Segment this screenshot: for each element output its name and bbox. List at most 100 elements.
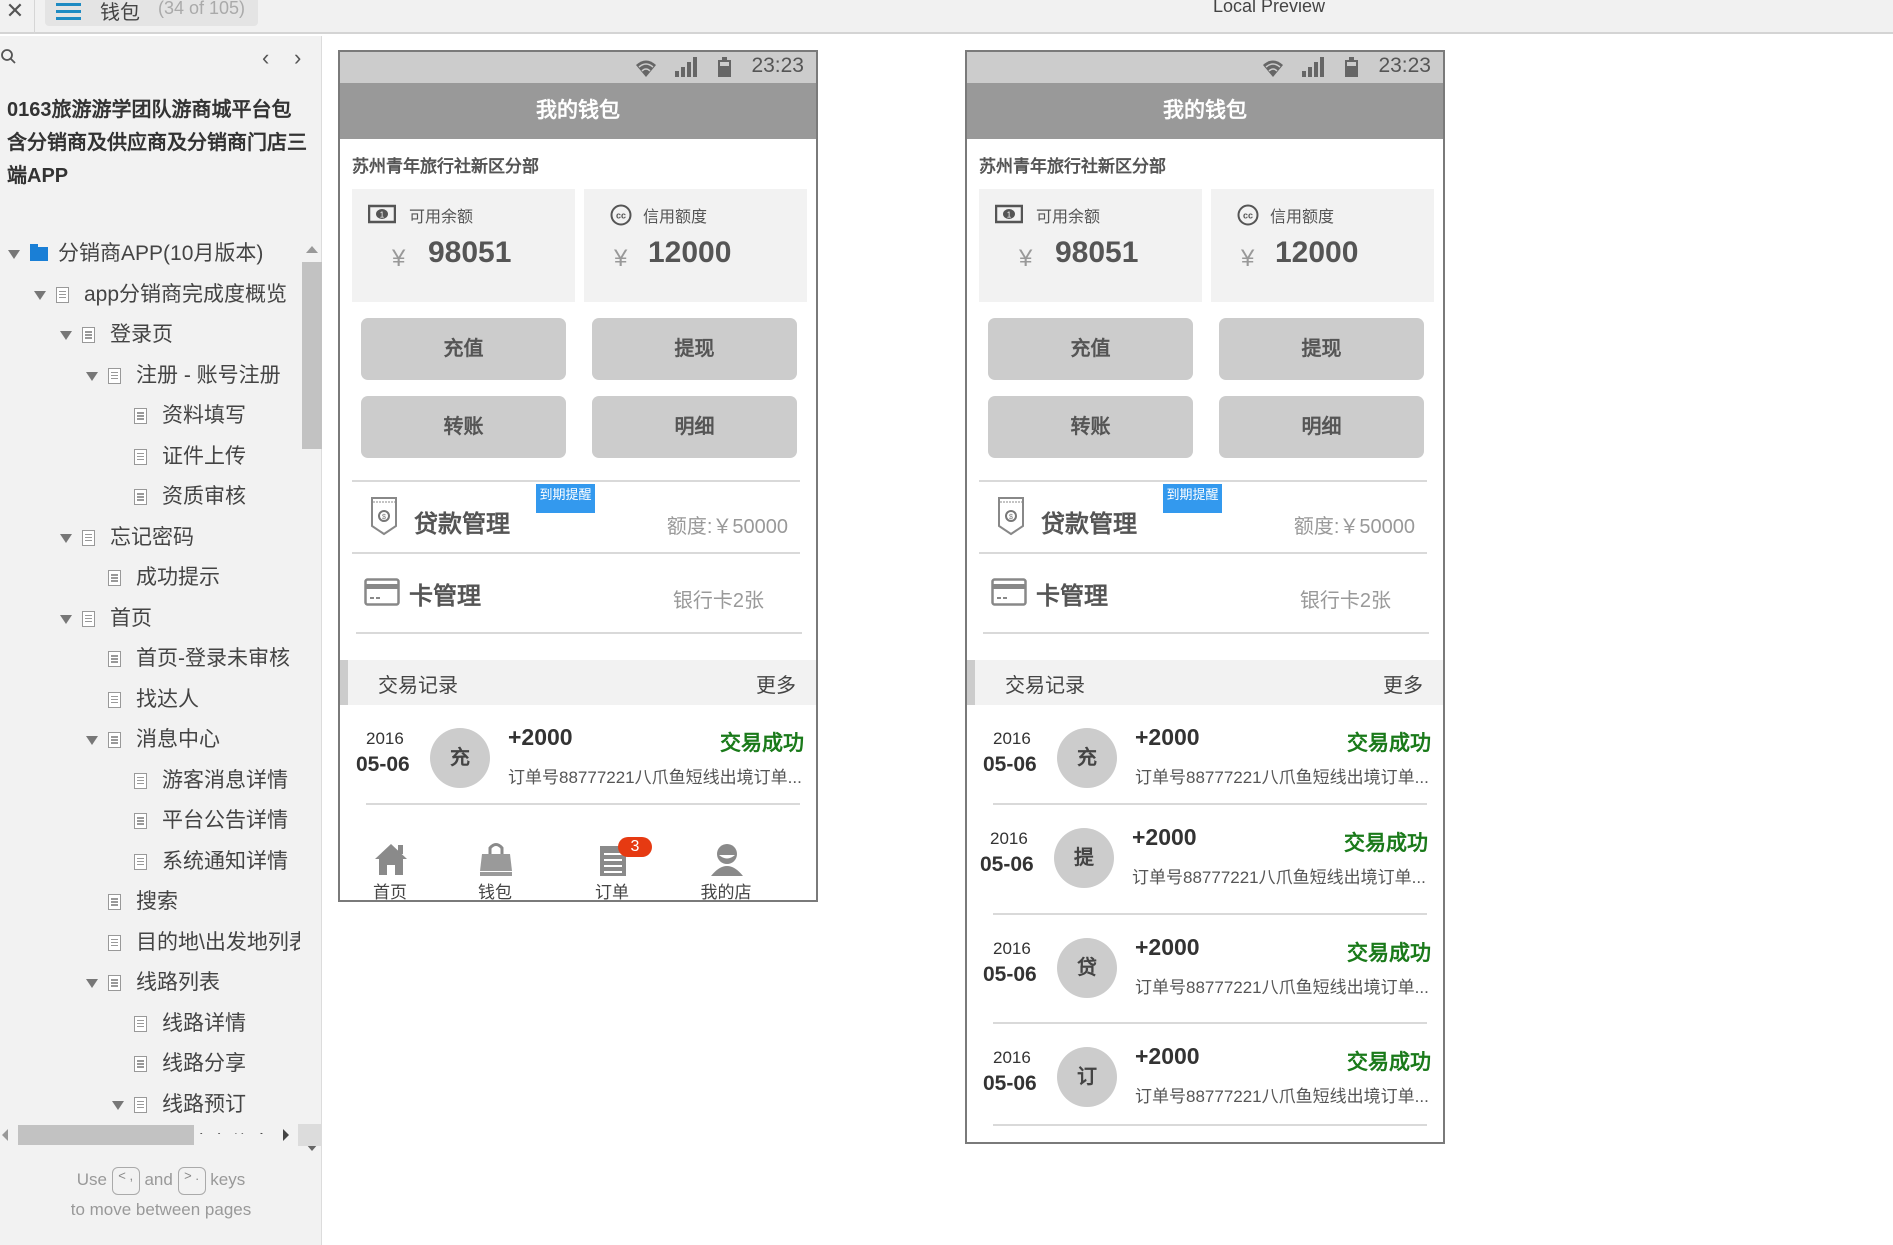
expand-arrow-icon[interactable] [60, 331, 72, 340]
tree-item-label: 证件上传 [162, 444, 246, 468]
scroll-up-arrow-icon[interactable] [306, 246, 318, 253]
nav-item-my-store[interactable]: 我的店 [686, 832, 766, 900]
transaction-status: 交易成功 [720, 732, 804, 755]
battery-icon [718, 57, 731, 77]
page-icon [108, 934, 121, 951]
nav-item-wallet[interactable]: 钱包 [455, 832, 535, 902]
expand-arrow-icon[interactable] [60, 533, 72, 543]
transaction-description: 订单号88777221八爪鱼短线出境订单... [1135, 1087, 1429, 1106]
tree-item-label: 线路分享 [162, 1052, 246, 1075]
details-button[interactable]: 明细 [1219, 396, 1424, 458]
recharge-button[interactable]: 充值 [988, 318, 1193, 380]
transaction-date: 05-06 [356, 753, 410, 776]
tree-item-label: 首页-登录未审核 [136, 647, 290, 670]
page-icon [134, 1056, 147, 1072]
withdraw-button[interactable]: 提现 [1219, 318, 1424, 380]
page-icon [108, 894, 121, 910]
page-title: 我的钱包 [340, 83, 816, 139]
divider [993, 1124, 1427, 1126]
search-icon[interactable] [0, 48, 20, 68]
tree-item-label: 登录页 [110, 323, 173, 346]
horizontal-scrollbar[interactable] [0, 1124, 322, 1146]
menu-icon[interactable] [56, 0, 81, 20]
expand-arrow-icon[interactable] [86, 371, 98, 381]
status-bar: 23:23 [340, 52, 816, 83]
transaction-status: 交易成功 [1347, 732, 1431, 755]
bank-card-count: 银行卡2张 [1299, 590, 1391, 612]
due-reminder-badge: 到期提醒 [1163, 484, 1222, 513]
page-selector[interactable]: 钱包 (34 of 105) [45, 0, 258, 26]
divider [366, 803, 800, 805]
card-management-row[interactable]: 卡管理 银行卡2张 [977, 554, 1427, 632]
svg-text:cc: cc [1243, 211, 1253, 221]
transaction-row[interactable]: 2016 05-06 提 +2000 交易成功 订单号88777221八爪鱼短线出境订单.… [967, 805, 1443, 915]
close-icon[interactable]: ✕ [4, 0, 26, 30]
cash-icon: 1 [368, 204, 396, 224]
battery-icon [1345, 57, 1358, 77]
loan-management-row[interactable]: $ 贷款管理 到期提醒 额度:￥50000 [977, 482, 1427, 552]
expand-arrow-icon[interactable] [86, 979, 98, 988]
expand-arrow-icon[interactable] [34, 290, 46, 300]
page-icon [108, 975, 121, 991]
transaction-date: 05-06 [983, 1072, 1037, 1095]
scrollbar-thumb[interactable] [18, 1125, 194, 1145]
prev-key-icon: < , [111, 1166, 140, 1195]
transaction-status: 交易成功 [1344, 832, 1428, 855]
loan-management-row[interactable]: $ 贷款管理 到期提醒 额度:￥50000 [350, 482, 800, 552]
scroll-right-arrow-icon[interactable] [283, 1129, 289, 1141]
transaction-amount: +2000 [1135, 724, 1200, 750]
transaction-row[interactable]: 2016 05-06 贷 +2000 交易成功 订单号88777221八爪鱼短线出境订单.… [967, 915, 1443, 1024]
transaction-year: 2016 [990, 829, 1028, 848]
card-management-row[interactable]: 卡管理 银行卡2张 [350, 554, 800, 632]
page-icon [134, 1015, 147, 1032]
transaction-amount: +2000 [1132, 824, 1197, 850]
transaction-amount: +2000 [508, 724, 573, 750]
vertical-scrollbar[interactable] [302, 234, 322, 1154]
transaction-row[interactable]: 2016 05-06 订 +2000 交易成功 订单号88777221八爪鱼短线出境订单.… [967, 1024, 1443, 1126]
signal-icon [675, 57, 697, 77]
bank-card-icon [364, 578, 400, 606]
prev-page-icon[interactable]: ‹ [262, 45, 269, 71]
balance-amount: 98051 [428, 236, 512, 269]
credit-limit-card: cc 信用额度 ¥ 12000 [1211, 189, 1434, 302]
transfer-button[interactable]: 转账 [361, 396, 566, 458]
transaction-type-icon: 充 [1057, 728, 1117, 788]
bottom-nav: 首页 钱包 订单 3 我的店 [340, 832, 816, 902]
tree-item-label: 找达人 [136, 687, 199, 711]
currency-symbol: ¥ [614, 245, 628, 272]
divider [356, 632, 802, 634]
transaction-row[interactable]: 2016 05-06 充 +2000 交易成功 订单号88777221八爪鱼短线出境订单.… [967, 705, 1443, 805]
expand-arrow-icon[interactable] [86, 736, 98, 745]
transaction-amount: +2000 [1135, 1043, 1200, 1069]
transfer-button[interactable]: 转账 [988, 396, 1193, 458]
bank-card-icon [991, 578, 1027, 606]
transaction-row[interactable]: 2016 05-06 充 +2000 交易成功 订单号88777221八爪鱼短线出境订单.… [340, 705, 816, 805]
folder-icon [30, 244, 48, 261]
nav-label: 钱包 [478, 883, 512, 902]
expand-arrow-icon[interactable] [8, 250, 20, 259]
signal-icon [1302, 57, 1324, 77]
nav-item-orders[interactable]: 订单 3 [572, 832, 652, 902]
tree-item-label: 线路预订 [162, 1092, 246, 1116]
nav-label: 订单 [595, 883, 629, 902]
transaction-description: 订单号88777221八爪鱼短线出境订单... [1135, 978, 1429, 997]
transaction-date: 05-06 [980, 853, 1034, 876]
more-link[interactable]: 更多 [756, 669, 796, 698]
currency-symbol: ¥ [1019, 245, 1033, 272]
keyboard-hint: Use < , and > . keys to move between pag… [0, 1165, 322, 1225]
svg-text:$: $ [1009, 514, 1013, 521]
currency-symbol: ¥ [1241, 245, 1255, 272]
expand-arrow-icon[interactable] [60, 614, 72, 624]
tree-item-label: 系统通知详情 [162, 849, 288, 873]
nav-item-home[interactable]: 首页 [350, 832, 430, 900]
withdraw-button[interactable]: 提现 [592, 318, 797, 380]
details-button[interactable]: 明细 [592, 396, 797, 458]
company-name: 苏州青年旅行社新区分部 [352, 157, 539, 176]
scroll-left-arrow-icon[interactable] [2, 1129, 8, 1141]
scrollbar-thumb[interactable] [302, 262, 322, 449]
recharge-button[interactable]: 充值 [361, 318, 566, 380]
more-link[interactable]: 更多 [1383, 669, 1423, 698]
next-page-icon[interactable]: › [294, 45, 301, 71]
order-count-badge: 3 [618, 837, 652, 857]
expand-arrow-icon[interactable] [112, 1100, 124, 1110]
